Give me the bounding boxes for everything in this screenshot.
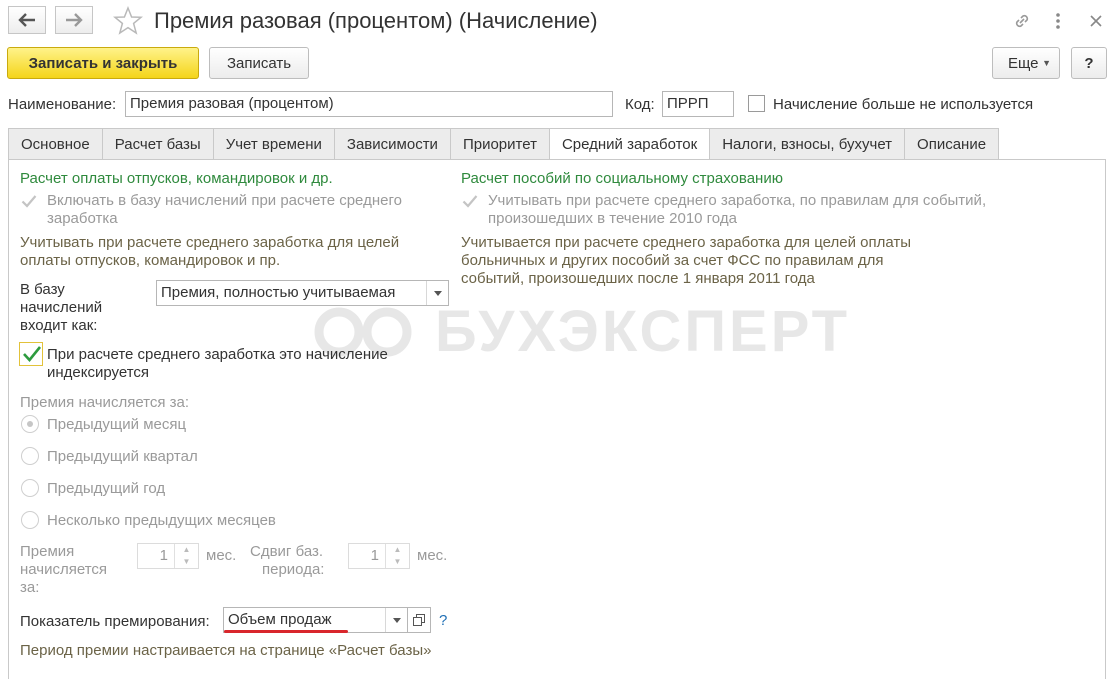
index-checkbox[interactable]: [19, 342, 43, 366]
count-label-2: начисляется: [20, 561, 108, 578]
checkmark-icon: [23, 346, 42, 362]
dropdown-arrow-icon[interactable]: [426, 281, 448, 305]
forward-button[interactable]: [55, 6, 93, 34]
save-button[interactable]: Записать: [209, 47, 309, 79]
tab-base-calc[interactable]: Расчет базы: [101, 128, 213, 160]
window-title: Премия разовая (процентом) (Начисление): [154, 8, 598, 33]
include-line1: Включать в базу начислений при расчете с…: [47, 192, 402, 209]
fss-2010-checkbox[interactable]: [462, 193, 478, 209]
count-label-1: Премия: [20, 543, 75, 560]
more-vertical-icon[interactable]: [1047, 10, 1069, 32]
right-note-line1: Учитывается при расчете среднего заработ…: [461, 234, 911, 251]
radio-prev-month-label: Предыдущий месяц: [47, 416, 187, 433]
shift-label-1: Сдвиг баз.: [250, 543, 324, 560]
help-button[interactable]: ?: [1071, 47, 1107, 79]
right-note-line3: событий, произошедших после 1 января 201…: [461, 270, 815, 287]
open-button[interactable]: [408, 607, 431, 633]
count-stepper[interactable]: 1 ▲ ▼: [137, 543, 199, 569]
save-and-close-button[interactable]: Записать и закрыть: [7, 47, 199, 79]
left-note-line2: оплаты отпусков, командировок и пр.: [20, 252, 281, 269]
base-label-2: начислений: [20, 299, 103, 316]
indicator-label: Показатель премирования:: [20, 613, 210, 630]
include-checkbox[interactable]: [21, 193, 37, 209]
count-unit: мес.: [206, 547, 237, 564]
fss-check-line2: произошедших в течение 2010 года: [488, 210, 737, 227]
indicator-help-link[interactable]: ?: [439, 612, 447, 630]
index-line2: индексируется: [47, 364, 150, 381]
more-button[interactable]: Еще ▼: [992, 47, 1060, 79]
count-label-3: за:: [20, 579, 40, 596]
fss-check-line1: Учитывать при расчете среднего заработка…: [488, 192, 987, 209]
arrow-right-icon: [66, 13, 83, 27]
base-type-value: Премия, полностью учитываемая: [161, 284, 396, 301]
red-underline: [224, 630, 348, 633]
open-window-icon: [413, 614, 425, 626]
stepper-arrows-icon[interactable]: ▲ ▼: [385, 544, 409, 568]
radio-prev-quarter-label: Предыдущий квартал: [47, 448, 198, 465]
right-section-heading: Расчет пособий по социальному страховани…: [461, 170, 783, 187]
unused-label: Начисление больше не используется: [773, 96, 1034, 113]
include-line2: заработка: [47, 210, 118, 227]
tab-average-earnings[interactable]: Средний заработок: [548, 128, 710, 161]
base-type-select[interactable]: Премия, полностью учитываемая: [156, 280, 449, 306]
stepper-arrows-icon[interactable]: ▲ ▼: [174, 544, 198, 568]
shift-stepper[interactable]: 1 ▲ ▼: [348, 543, 410, 569]
caret-down-icon: ▼: [1042, 58, 1051, 68]
index-line1: При расчете среднего заработка это начис…: [47, 346, 388, 363]
favorite-star-icon[interactable]: [112, 5, 144, 40]
shift-label-2: периода:: [262, 561, 325, 578]
code-label: Код:: [625, 96, 655, 113]
period-note: Период премии настраивается на странице …: [20, 642, 432, 659]
tab-taxes[interactable]: Налоги, взносы, бухучет: [709, 128, 905, 160]
tab-main[interactable]: Основное: [8, 128, 102, 160]
tab-description[interactable]: Описание: [904, 128, 1000, 160]
count-value: 1: [159, 547, 168, 564]
shift-value: 1: [370, 547, 379, 564]
code-field[interactable]: ПРРП: [662, 91, 734, 117]
left-note-line1: Учитывать при расчете среднего заработка…: [20, 234, 400, 251]
radio-several-months-label: Несколько предыдущих месяцев: [47, 512, 276, 529]
indicator-value: Объем продаж: [228, 611, 332, 628]
name-field[interactable]: Премия разовая (процентом): [125, 91, 613, 117]
base-label-3: входит как:: [20, 317, 98, 334]
left-section-heading: Расчет оплаты отпусков, командировок и д…: [20, 170, 333, 187]
tab-time-accounting[interactable]: Учет времени: [212, 128, 334, 160]
radio-prev-month[interactable]: [21, 415, 39, 433]
radio-several-months[interactable]: [21, 511, 39, 529]
tab-priority[interactable]: Приоритет: [449, 128, 549, 160]
checkmark-icon: [462, 195, 478, 208]
base-label-1: В базу: [20, 281, 65, 298]
close-icon[interactable]: [1085, 10, 1107, 32]
right-note-line2: больничных и других пособий за счет ФСС …: [461, 252, 884, 269]
radio-prev-quarter[interactable]: [21, 447, 39, 465]
radio-prev-year[interactable]: [21, 479, 39, 497]
tab-dependencies[interactable]: Зависимости: [333, 128, 450, 160]
unused-checkbox[interactable]: [748, 95, 765, 112]
back-button[interactable]: [8, 6, 46, 34]
checkmark-icon: [21, 195, 37, 208]
more-label: Еще: [1008, 54, 1039, 72]
name-label: Наименование:: [8, 96, 117, 113]
link-icon[interactable]: [1011, 10, 1033, 32]
tab-bar: Основное Расчет базы Учет времени Зависи…: [8, 128, 1000, 161]
radio-prev-year-label: Предыдущий год: [47, 480, 166, 497]
period-heading: Премия начисляется за:: [20, 394, 190, 411]
shift-unit: мес.: [417, 547, 448, 564]
arrow-left-icon: [18, 13, 35, 27]
dropdown-arrow-icon[interactable]: [385, 608, 407, 632]
